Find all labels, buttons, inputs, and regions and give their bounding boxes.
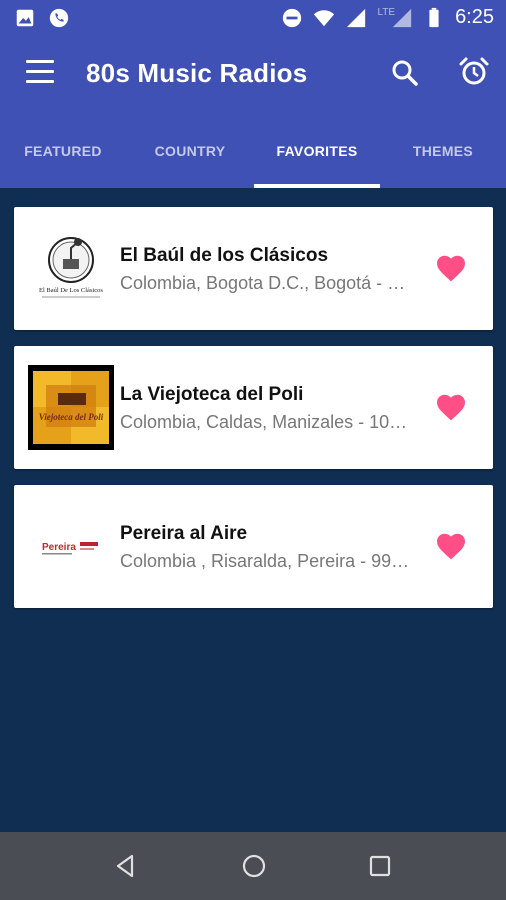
signal-icon — [347, 8, 366, 27]
svg-text:El Baúl De Los Clásicos: El Baúl De Los Clásicos — [39, 287, 103, 294]
svg-text:Pereira: Pereira — [42, 542, 76, 553]
battery-icon — [429, 7, 439, 27]
search-icon[interactable] — [390, 58, 420, 88]
station-card[interactable]: Pereira Pereira al Aire Colombia , Risar… — [14, 485, 493, 608]
station-logo: El Baúl De Los Clásicos — [28, 226, 114, 311]
station-card[interactable]: Viejoteca del Poli La Viejoteca del Poli… — [14, 346, 493, 469]
station-logo: Viejoteca del Poli — [28, 365, 114, 450]
recent-apps-icon[interactable] — [366, 852, 394, 880]
tab-themes[interactable]: THEMES — [380, 114, 506, 188]
status-bar: LTE 6:25 — [0, 0, 506, 36]
station-location: Colombia, Bogota D.C., Bogotá - 100.4 FM — [120, 273, 410, 293]
tab-country[interactable]: COUNTRY — [127, 114, 253, 188]
phone-notification-icon — [49, 8, 69, 28]
status-time: 6:25 — [455, 6, 494, 28]
tab-favorites[interactable]: FAVORITES — [254, 114, 380, 188]
station-logo: Pereira — [28, 504, 114, 589]
station-location: Colombia , Risaralda, Pereira - 99.1 FM — [120, 551, 410, 571]
svg-text:Viejoteca del Poli: Viejoteca del Poli — [39, 412, 104, 422]
app-bar: 80s Music Radios — [0, 36, 506, 114]
station-name: El Baúl de los Clásicos — [120, 245, 329, 266]
alarm-icon[interactable] — [458, 56, 490, 88]
system-nav-bar — [0, 832, 506, 900]
home-icon[interactable] — [240, 852, 268, 880]
image-notification-icon — [16, 9, 34, 27]
menu-icon[interactable] — [26, 60, 54, 84]
app-title: 80s Music Radios — [86, 58, 308, 88]
heart-icon[interactable] — [435, 253, 467, 283]
network-type-label: LTE — [377, 7, 396, 18]
wifi-icon — [314, 9, 335, 26]
do-not-disturb-icon — [283, 8, 302, 27]
station-location: Colombia, Caldas, Manizales - 100.1 FM — [120, 412, 410, 432]
tab-bar: FEATURED COUNTRY FAVORITES THEMES — [0, 114, 506, 188]
station-card[interactable]: El Baúl De Los Clásicos El Baúl de los C… — [14, 207, 493, 330]
heart-icon[interactable] — [435, 531, 467, 561]
back-icon[interactable] — [112, 852, 140, 880]
tab-featured[interactable]: FEATURED — [0, 114, 126, 188]
station-name: La Viejoteca del Poli — [120, 384, 304, 405]
favorites-list: El Baúl De Los Clásicos El Baúl de los C… — [0, 188, 506, 832]
station-name: Pereira al Aire — [120, 523, 248, 544]
heart-icon[interactable] — [435, 392, 467, 422]
